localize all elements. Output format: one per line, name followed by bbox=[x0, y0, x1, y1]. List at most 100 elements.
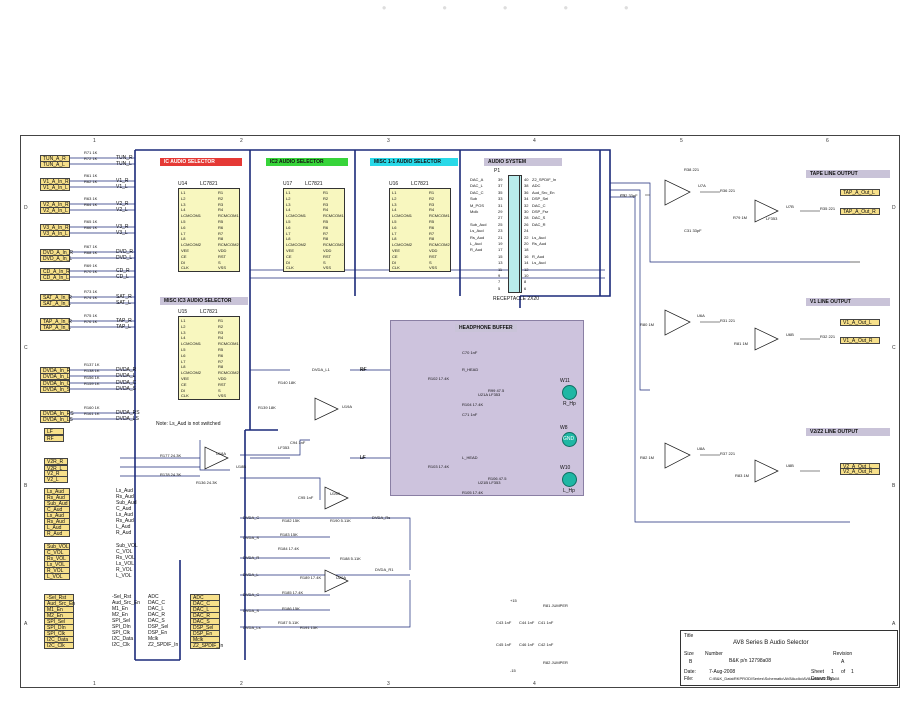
chip-u17-part: LC7821 bbox=[305, 181, 323, 187]
chip-1-pin-r-10: VDD bbox=[323, 248, 332, 253]
rec-num-l-9: 21 bbox=[498, 234, 503, 240]
hp-part-3: R105 17.4K bbox=[462, 490, 484, 495]
chip-3-pin-l-7: L7 bbox=[181, 358, 186, 364]
chip-3-pin-l-10: VEE bbox=[181, 376, 190, 381]
chip-1-pin-l-2: L3 bbox=[286, 201, 291, 207]
bypass-part-4: C41 1nF bbox=[538, 620, 554, 625]
chip-3-pin-l-3: L4 bbox=[181, 335, 186, 341]
chip-2-pin-r-0: R1 bbox=[429, 190, 435, 195]
chip-3-pin-r-2: R3 bbox=[218, 329, 224, 335]
chip-3-pin-l-6: L6 bbox=[181, 352, 186, 358]
chip-3-pin-r-5: R5 bbox=[218, 347, 224, 352]
rec-num-l-16: 7 bbox=[498, 279, 501, 285]
bypass-part-2: C45 1nF bbox=[496, 642, 512, 647]
chip-2-pin-l-1: L2 bbox=[392, 195, 397, 201]
tb-size: B bbox=[689, 659, 693, 665]
input-resistor-1: R72 1K bbox=[84, 156, 98, 161]
hp-part-2: R104 17.4K bbox=[462, 402, 484, 407]
chip-u14-ref: U14 bbox=[178, 181, 188, 187]
rec-num-l-1: 37 bbox=[498, 183, 503, 189]
input-port-9: DVD_A_In_L bbox=[40, 255, 72, 262]
chip-2-pin-l-12: DI bbox=[392, 259, 396, 265]
chip-2-pin-r-8: R8 bbox=[429, 236, 435, 242]
rec-pin-r-9: Ls_Aud bbox=[532, 234, 546, 240]
rec-num-l-11: 17 bbox=[498, 247, 503, 253]
chip-3-pin-r-0: R1 bbox=[218, 318, 224, 323]
chip-0-pin-r-2: R3 bbox=[218, 201, 224, 207]
chip-1-pin-l-8: L8 bbox=[286, 236, 291, 242]
output-part-19: R83 1M bbox=[735, 473, 750, 478]
input-net-3: V1_L bbox=[116, 184, 128, 190]
rec-num-r-12: 16 bbox=[524, 253, 529, 259]
mixer-net-10: RF bbox=[360, 367, 366, 372]
rec-pin-r-12: R_Aud bbox=[532, 253, 545, 259]
gnd-label: GND bbox=[563, 436, 575, 442]
chip-1-pin-l-10: VEE bbox=[286, 248, 295, 253]
hp-part-1: R103 17.4K bbox=[428, 464, 450, 469]
chip-1-pin-r-8: R8 bbox=[323, 236, 329, 242]
chip-3-pin-l-1: L2 bbox=[181, 323, 186, 329]
chip-u16-part: LC7821 bbox=[411, 181, 429, 187]
chip-1-pin-l-5: L5 bbox=[286, 219, 291, 224]
output-part-6: LF353 bbox=[766, 216, 778, 221]
chip-u14-part: LC7821 bbox=[200, 181, 218, 187]
rec-pin-r-0: Z2_SPDIF_In bbox=[532, 177, 557, 182]
mixer-net-2: DVDA_R bbox=[243, 555, 260, 560]
mixer-net-7: DVDA_Rs bbox=[372, 515, 391, 520]
ctrl-port-8: I2C_Clk bbox=[44, 642, 74, 649]
chip-2-pin-r-5: R5 bbox=[429, 219, 435, 224]
tb-sheet: 1 bbox=[831, 669, 834, 675]
chip-1-pin-r-0: R1 bbox=[323, 190, 329, 195]
vol-port-5: L_VOL bbox=[44, 573, 70, 580]
title-block: Title AV8 Series B Audio Selector Size B… bbox=[680, 630, 898, 686]
chip-3-pin-l-4: LCMCOM1 bbox=[181, 341, 202, 347]
mixer-part-0: R177 24.3K bbox=[160, 453, 182, 458]
chip-2-pin-l-3: L4 bbox=[392, 207, 397, 213]
chip-0-pin-r-0: R1 bbox=[218, 190, 224, 195]
chip-1-pin-r-3: R4 bbox=[323, 207, 329, 213]
chip-0-pin-l-2: L3 bbox=[181, 201, 186, 207]
chip-0-pin-l-7: L7 bbox=[181, 230, 186, 236]
headphone-buffer-panel: HEADPHONE BUFFER bbox=[390, 320, 584, 496]
mixer-net-9: DVDA_L1 bbox=[312, 367, 330, 372]
chip-3-pin-l-8: L8 bbox=[181, 364, 186, 370]
rec-num-l-4: 31 bbox=[498, 202, 503, 208]
w10-connector[interactable] bbox=[562, 472, 577, 487]
chip-0-pin-r-9: RCMCOM2 bbox=[218, 242, 239, 248]
chip-3-pin-l-11: CE bbox=[181, 381, 187, 387]
chip-2-pin-r-10: VDD bbox=[429, 248, 438, 253]
tb-revision: A bbox=[841, 659, 845, 665]
chip-0-pin-r-13: VSS bbox=[218, 265, 227, 271]
input-net-13: SAT_L bbox=[116, 300, 131, 306]
chip-1-pin-l-3: L4 bbox=[286, 207, 291, 213]
ctrl-r-port-8: Z2_SPDIF_In bbox=[190, 642, 223, 649]
chip-2-pin-l-8: L8 bbox=[392, 236, 397, 242]
input-port-21: DVDA_In_LS bbox=[40, 416, 73, 423]
chip-u15 bbox=[178, 316, 240, 400]
chip-0-pin-r-8: R8 bbox=[218, 236, 224, 242]
chip-2-pin-l-2: L3 bbox=[392, 201, 397, 207]
tb-sheet-label: Sheet bbox=[811, 669, 825, 675]
input-port-7: V3_A_In_L bbox=[40, 230, 70, 237]
w11-connector[interactable] bbox=[562, 385, 577, 400]
input-net-11: CD_L bbox=[116, 274, 129, 280]
mixer-part-17: R186 15K bbox=[282, 606, 300, 611]
chip-0-pin-r-11: RST bbox=[218, 253, 226, 259]
output-part-17: R81 1M bbox=[734, 341, 749, 346]
tb-number: B&K p/n 12798a08 bbox=[729, 658, 771, 664]
input-net-15: TAP_L bbox=[116, 324, 131, 330]
rec-num-r-0: 40 bbox=[524, 177, 529, 182]
rec-num-l-5: 29 bbox=[498, 209, 503, 214]
mixer-part-9: R139 18K bbox=[258, 405, 276, 410]
chip-1-pin-l-9: LCMCOM2 bbox=[286, 242, 307, 248]
mixer-part-3: U18A bbox=[216, 451, 227, 456]
input-net-21: DVDA_LS bbox=[116, 416, 139, 422]
ic-selector-1-title: IC AUDIO SELECTOR bbox=[160, 158, 242, 166]
chip-0-pin-l-11: CE bbox=[181, 253, 187, 259]
chip-3-pin-r-1: R2 bbox=[218, 323, 224, 329]
rec-pin-l-10: L_Aud bbox=[470, 241, 482, 246]
rec-num-l-8: 23 bbox=[498, 228, 503, 234]
chip-0-pin-l-10: VEE bbox=[181, 248, 190, 253]
chip-1-pin-r-11: RST bbox=[323, 253, 331, 259]
output-port-0: TAP_A_Out_L bbox=[840, 189, 880, 196]
